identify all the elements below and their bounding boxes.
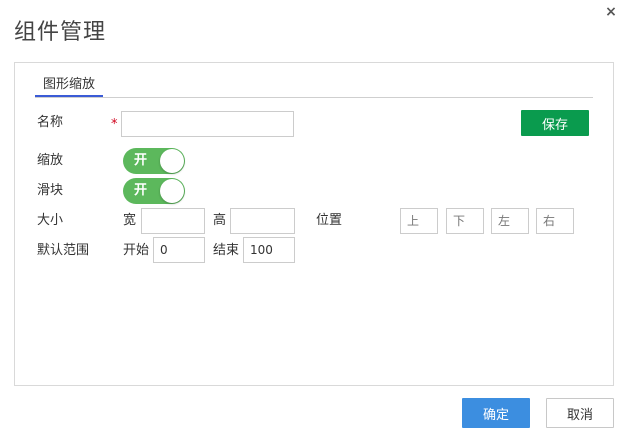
end-input[interactable] — [243, 237, 295, 263]
start-input[interactable] — [153, 237, 205, 263]
close-icon[interactable]: × — [603, 4, 619, 20]
zoom-toggle-knob — [160, 149, 184, 173]
position-label: 位置 — [316, 213, 343, 228]
zoom-toggle[interactable]: 开 — [123, 148, 185, 174]
height-label: 高 — [213, 213, 227, 228]
position-right-input[interactable] — [536, 208, 574, 234]
name-input[interactable] — [121, 111, 294, 137]
slider-label: 滑块 — [37, 183, 64, 198]
slider-toggle-knob — [160, 179, 184, 203]
position-bottom-input[interactable] — [446, 208, 484, 234]
slider-toggle[interactable]: 开 — [123, 178, 185, 204]
start-label: 开始 — [123, 243, 150, 258]
position-left-input[interactable] — [491, 208, 529, 234]
width-label: 宽 — [123, 213, 137, 228]
ok-button[interactable]: 确定 — [462, 398, 530, 428]
zoom-label: 缩放 — [37, 153, 64, 168]
form-panel: 图形缩放 名称 * 保存 缩放 开 滑块 开 大小 宽 高 位置 默认范围 开始… — [14, 62, 614, 386]
tab-graph-zoom[interactable]: 图形缩放 — [35, 75, 104, 97]
width-input[interactable] — [141, 208, 205, 234]
size-label: 大小 — [37, 213, 64, 228]
dialog-title: 组件管理 — [14, 20, 107, 45]
required-mark: * — [111, 117, 118, 132]
cancel-button[interactable]: 取消 — [546, 398, 614, 428]
height-input[interactable] — [230, 208, 295, 234]
tab-bar: 图形缩放 — [35, 75, 593, 98]
name-label: 名称 — [37, 115, 64, 130]
end-label: 结束 — [213, 243, 240, 258]
save-button[interactable]: 保存 — [521, 110, 589, 136]
slider-toggle-text: 开 — [134, 183, 148, 198]
range-label: 默认范围 — [37, 243, 90, 258]
position-top-input[interactable] — [400, 208, 438, 234]
zoom-toggle-text: 开 — [134, 153, 148, 168]
